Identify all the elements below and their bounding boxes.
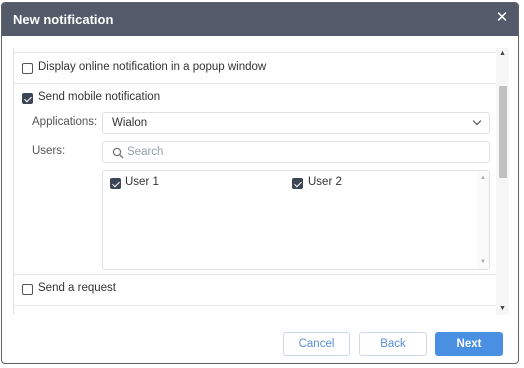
content-scrollbar[interactable]: ▲ ▼	[496, 48, 509, 315]
send-request-checkbox[interactable]	[22, 284, 33, 295]
send-request-label: Send a request	[38, 282, 117, 294]
search-input[interactable]	[127, 145, 477, 159]
user-2-label: User 2	[308, 176, 342, 188]
popup-notification-label: Display online notification in a popup w…	[38, 61, 267, 73]
dialog-titlebar: New notification ✕	[2, 3, 518, 36]
mobile-notification-section: Send mobile notification Applications: W…	[14, 83, 496, 274]
users-search[interactable]	[102, 141, 490, 163]
next-row-partial	[14, 305, 496, 315]
send-request-row[interactable]: Send a request	[14, 274, 496, 305]
applications-value: Wialon	[112, 117, 148, 129]
dialog-content: Display online notification in a popup w…	[13, 48, 496, 315]
search-icon	[112, 147, 124, 159]
mobile-notification-checkbox[interactable]	[22, 93, 33, 104]
dialog-title: New notification	[13, 12, 114, 27]
mobile-notification-label: Send mobile notification	[38, 91, 161, 103]
close-icon[interactable]: ✕	[494, 9, 510, 27]
back-button[interactable]: Back	[359, 332, 427, 356]
popup-notification-checkbox[interactable]	[22, 63, 33, 74]
applications-label: Applications:	[32, 116, 98, 128]
popup-notification-row[interactable]: Display online notification in a popup w…	[14, 52, 496, 83]
next-button[interactable]: Next	[435, 332, 503, 356]
users-list: User 1 User 2 ▲ ▼	[102, 170, 490, 270]
user-2-checkbox[interactable]	[292, 178, 303, 189]
new-notification-dialog: New notification ✕ Display online notifi…	[1, 2, 519, 364]
applications-select[interactable]: Wialon	[102, 112, 490, 134]
user-1-checkbox[interactable]	[110, 178, 121, 189]
users-label: Users:	[32, 145, 66, 157]
scroll-up-icon[interactable]: ▲	[477, 173, 489, 183]
user-1-label: User 1	[125, 176, 159, 188]
scroll-down-icon[interactable]: ▼	[477, 257, 489, 267]
chevron-down-icon	[472, 116, 482, 126]
users-list-scrollbar[interactable]: ▲ ▼	[477, 171, 489, 269]
scroll-down-icon[interactable]: ▼	[496, 303, 509, 315]
cancel-button[interactable]: Cancel	[283, 332, 350, 356]
scrollbar-thumb[interactable]	[499, 86, 507, 178]
scroll-up-icon[interactable]: ▲	[496, 48, 509, 60]
